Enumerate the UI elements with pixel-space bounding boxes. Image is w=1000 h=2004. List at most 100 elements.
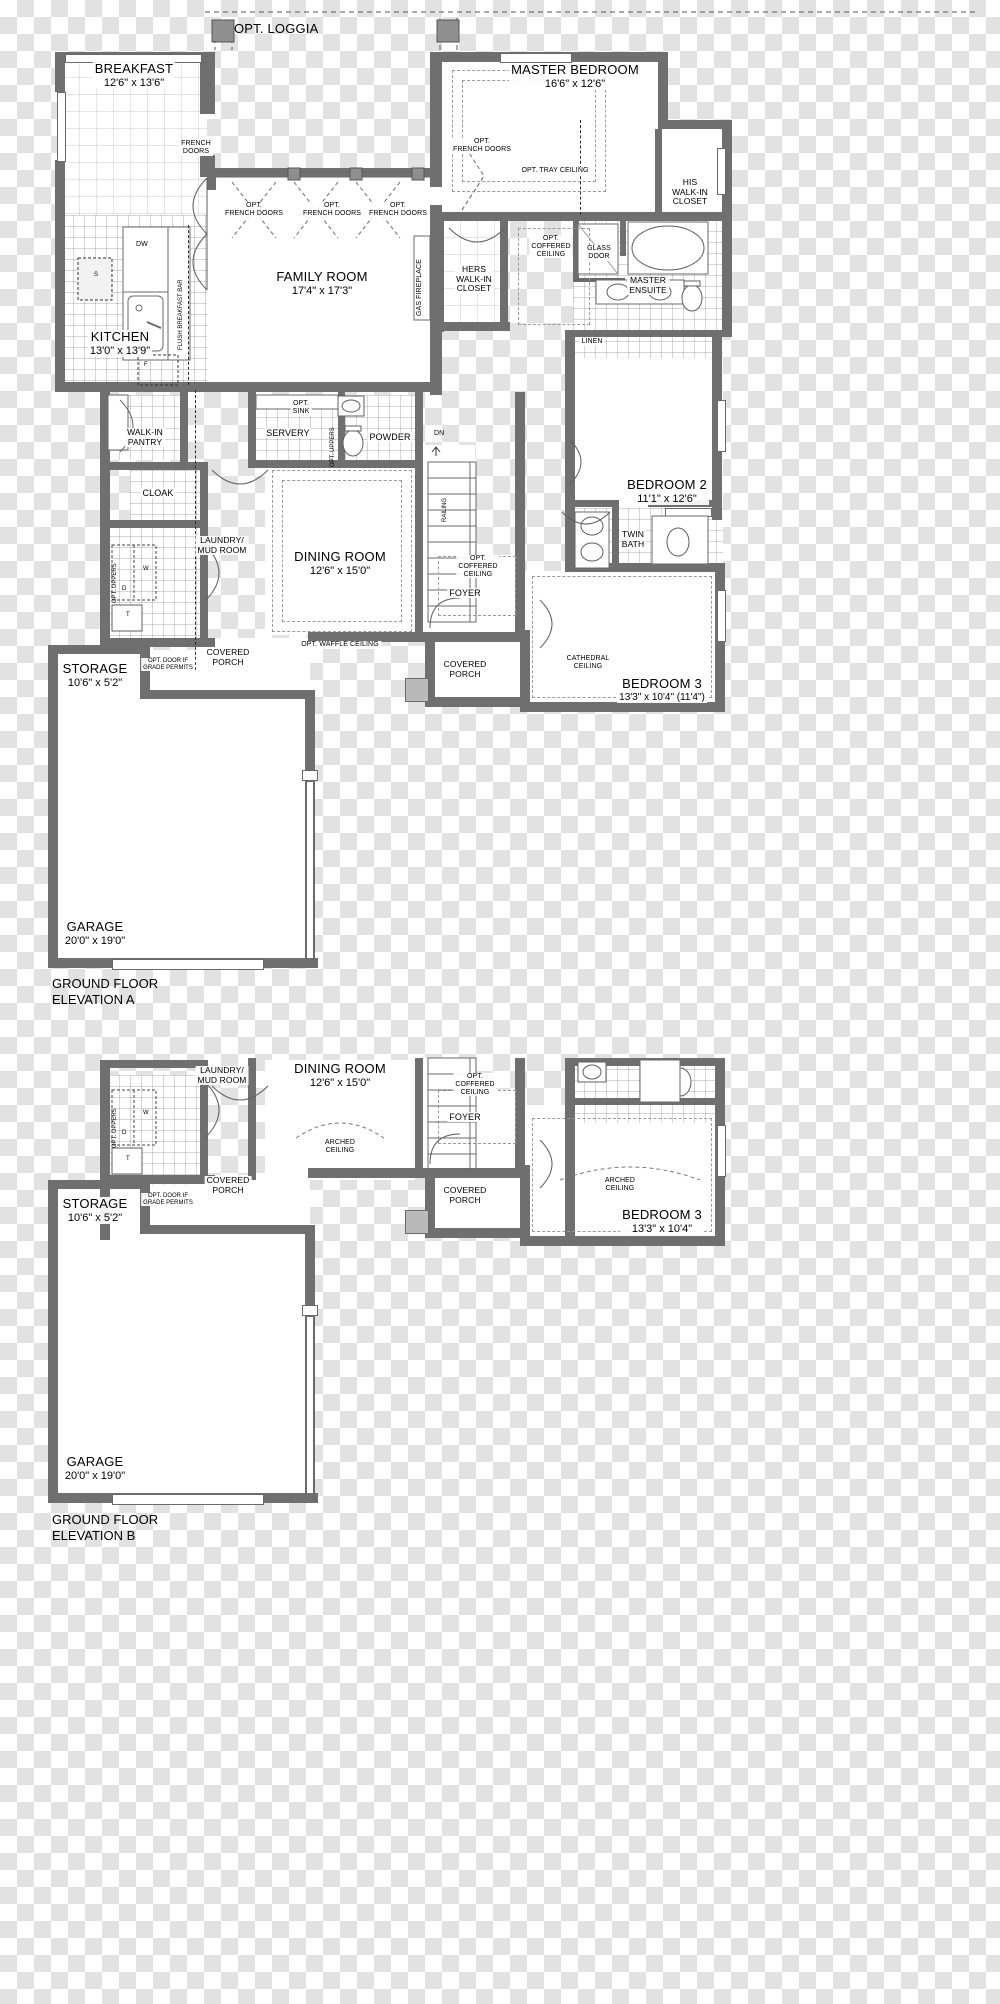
room-dim: 10'6" x 5'2" <box>67 1211 123 1224</box>
room-label-hers-closet: HERS WALK-IN CLOSET <box>454 264 494 294</box>
wall <box>415 392 423 642</box>
glass-door-label: GLASS DOOR <box>585 245 613 261</box>
opt-coffered-ceiling-label: OPT. COFFERED CEILING <box>456 555 500 579</box>
room-name: STORAGE <box>62 661 128 676</box>
fridge-label: F <box>144 362 148 368</box>
wall <box>48 645 148 654</box>
room-label-bedroom-3-b: BEDROOM 3 13'3" x 10'4" <box>620 1207 704 1235</box>
wall <box>520 1165 530 1245</box>
laundry-mud-room-floor <box>108 525 208 645</box>
room-name: FAMILY ROOM <box>276 269 368 284</box>
opt-coffered-ceiling-label-b: OPT. COFFERED CEILING <box>453 1073 497 1097</box>
opt-door-if-grade-permits-label-b: OPT. DOOR IF GRADE PERMITS <box>141 1193 195 1207</box>
room-dim: 20'0" x 19'0" <box>64 934 126 947</box>
room-name: BEDROOM 3 <box>622 676 702 691</box>
opt-french-doors-label: OPT. FRENCH DOORS <box>367 202 429 218</box>
room-label-dining-room-b: DINING ROOM 12'6" x 15'0" <box>292 1061 388 1089</box>
room-label-laundry-mud-room-b: LAUNDRY/ MUD ROOM <box>195 1065 249 1086</box>
arched-ceiling-label-b: ARCHED CEILING <box>322 1139 358 1155</box>
room-label-covered-porch-right-b: COVERED PORCH <box>441 1185 489 1206</box>
room-dim: 17'4" x 17'3" <box>291 284 353 297</box>
wall <box>313 782 315 964</box>
wall <box>215 168 440 177</box>
wall <box>100 1060 208 1068</box>
flush-breakfast-bar-label: FLUSH BREAKFAST BAR <box>178 279 184 350</box>
room-dim: 13'3" x 10'4" <box>631 1222 693 1235</box>
opt-sink-label: OPT. SINK <box>290 400 312 416</box>
wall <box>308 1168 418 1178</box>
wall <box>430 52 442 187</box>
wall <box>655 129 662 215</box>
caption-line-1: GROUND FLOOR <box>52 1512 159 1527</box>
wall <box>140 690 315 699</box>
wall <box>722 212 732 337</box>
dw-label: DW <box>136 241 148 248</box>
room-name: BREAKFAST <box>94 61 174 76</box>
room-dim: 11'1" x 12'6" <box>637 492 697 505</box>
wall <box>425 697 525 707</box>
opt-coffered-ceiling-label: OPT. COFFERED CEILING <box>529 235 573 259</box>
room-dim: 20'0" x 19'0" <box>64 1469 126 1482</box>
room-name: GARAGE <box>66 919 124 934</box>
room-dim: 12'6" x 15'0" <box>309 1076 371 1089</box>
wall <box>180 392 188 462</box>
caption-line-1: GROUND FLOOR <box>52 976 159 991</box>
wall <box>565 500 615 507</box>
wall <box>207 382 442 392</box>
opt-french-doors-label: OPT. FRENCH DOORS <box>451 138 513 154</box>
wall <box>55 52 65 92</box>
room-name: GARAGE <box>66 1454 124 1469</box>
room-label-breakfast: BREAKFAST 12'6" x 13'6" <box>92 61 176 89</box>
wall <box>313 1317 315 1499</box>
opt-loggia-label: OPT. LOGGIA <box>234 21 319 36</box>
floor-plan-sheet: OPT. LOGGIA BREAKFAST 12'6" x 13'6" MAST… <box>0 0 1000 2004</box>
wall <box>620 220 626 256</box>
dashed-guide <box>188 225 189 385</box>
room-label-walkin-pantry: WALK-IN PANTRY <box>125 427 165 448</box>
twin-bath-floor <box>573 508 723 571</box>
wall <box>435 322 510 331</box>
window <box>302 1305 318 1316</box>
room-label-foyer: FOYER <box>447 588 483 599</box>
room-label-his-closet: HIS WALK-IN CLOSET <box>670 177 710 207</box>
room-label-covered-porch-left: COVERED PORCH <box>204 647 252 668</box>
room-label-linen: LINEN <box>579 338 605 346</box>
wall <box>658 52 668 120</box>
wall <box>55 382 215 392</box>
washer-label-b: W <box>143 1110 149 1116</box>
wall <box>305 782 307 964</box>
wall <box>515 1058 525 1178</box>
caption-line-2: ELEVATION A <box>52 992 135 1008</box>
gas-fireplace-label: GAS FIREPLACE <box>416 259 423 316</box>
opt-uppers-label: OPT. UPPERS <box>112 563 118 603</box>
room-label-powder: POWDER <box>367 432 413 443</box>
wall <box>55 160 65 390</box>
dashed-guide <box>195 390 196 670</box>
wall <box>207 168 216 190</box>
room-label-master-bedroom: MASTER BEDROOM 16'6" x 12'6" <box>509 62 641 90</box>
wall <box>425 1228 525 1238</box>
opt-french-doors-label: OPT. FRENCH DOORS <box>223 202 285 218</box>
sheet-caption-b: GROUND FLOOR ELEVATION B <box>52 1512 158 1545</box>
caption-line-2: ELEVATION B <box>52 1528 136 1544</box>
opt-waffle-ceiling-label: OPT. WAFFLE CEILING <box>299 641 381 649</box>
wall <box>248 1058 256 1180</box>
porch-pillar <box>405 678 429 702</box>
wall <box>305 1225 315 1317</box>
room-label-servery: SERVERY <box>264 428 312 439</box>
room-label-storage-b: STORAGE 10'6" x 5'2" <box>60 1196 130 1224</box>
room-name: BEDROOM 2 <box>627 477 707 492</box>
wall <box>48 1180 148 1189</box>
tub-label: T <box>126 612 130 618</box>
opt-french-doors-label: OPT. FRENCH DOORS <box>301 202 363 218</box>
window <box>302 770 318 781</box>
room-name: BEDROOM 3 <box>622 1207 702 1222</box>
wall <box>565 212 732 221</box>
room-label-twin-bath: TWIN BATH <box>619 529 647 550</box>
wall <box>100 462 208 470</box>
room-label-bedroom-3: BEDROOM 3 13'3" x 10'4" (11'4") <box>617 676 707 703</box>
room-label-kitchen: KITCHEN 13'0" x 13'9" <box>87 329 153 357</box>
window <box>57 92 66 162</box>
railing-label: RAILING <box>442 497 448 522</box>
washer-label: W <box>143 566 149 572</box>
